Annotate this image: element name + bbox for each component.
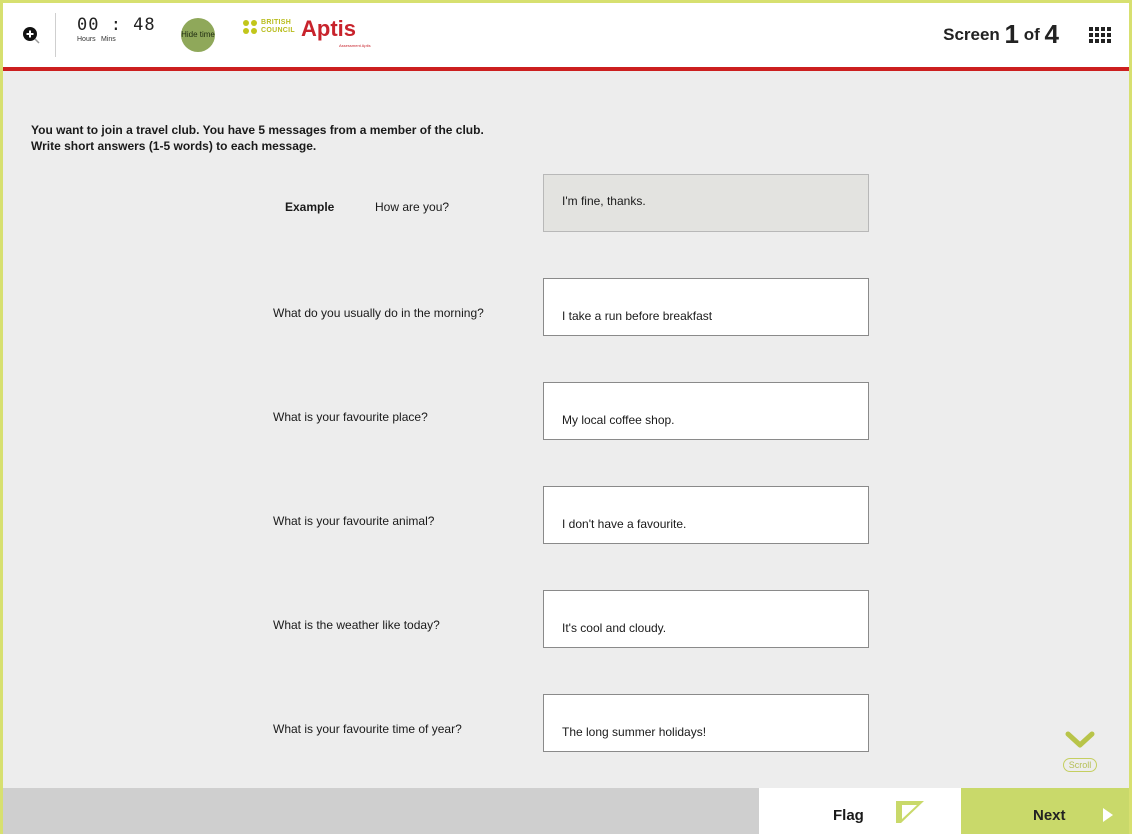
answer-4-input[interactable] bbox=[543, 590, 869, 648]
task-instructions: You want to join a travel club. You have… bbox=[31, 122, 484, 154]
chevron-down-icon bbox=[1065, 731, 1095, 748]
example-answer: I'm fine, thanks. bbox=[543, 174, 869, 232]
play-right-icon bbox=[1103, 808, 1113, 822]
logo-org-line2: COUNCIL bbox=[261, 27, 295, 34]
grid-menu-icon[interactable] bbox=[1089, 27, 1111, 43]
flag-label: Flag bbox=[833, 807, 864, 824]
timer-hours-label: Hours bbox=[77, 36, 96, 43]
hide-time-button[interactable]: Hide time bbox=[181, 18, 215, 52]
question-3-label: What is your favourite animal? bbox=[273, 514, 435, 528]
next-button[interactable]: Next bbox=[961, 788, 1129, 834]
question-4-label: What is the weather like today? bbox=[273, 618, 440, 632]
app-window: 00 : 48 Hours Mins Hide time BRITISH COUN… bbox=[0, 0, 1132, 834]
screen-total: 4 bbox=[1044, 19, 1059, 49]
scroll-label: Scroll bbox=[1062, 758, 1098, 772]
british-council-dots-icon bbox=[243, 20, 257, 34]
instructions-line-2: Write short answers (1-5 words) to each … bbox=[31, 139, 317, 153]
next-label: Next bbox=[1033, 807, 1066, 824]
logo-tagline: Assessment Aptis bbox=[339, 43, 371, 48]
header-bar: 00 : 48 Hours Mins Hide time BRITISH COUN… bbox=[3, 3, 1129, 67]
footer-bar: Flag Next bbox=[3, 788, 1129, 834]
flag-button[interactable]: Flag bbox=[759, 788, 961, 834]
answer-5-input[interactable] bbox=[543, 694, 869, 752]
zoom-button[interactable] bbox=[7, 13, 56, 57]
question-2-label: What is your favourite place? bbox=[273, 410, 428, 424]
timer: 00 : 48 Hours Mins bbox=[77, 15, 167, 59]
logo-product: Aptis bbox=[301, 16, 356, 41]
question-1-label: What do you usually do in the morning? bbox=[273, 306, 484, 320]
flag-icon bbox=[896, 801, 924, 823]
screen-prefix: Screen bbox=[943, 25, 1000, 44]
instructions-line-1: You want to join a travel club. You have… bbox=[31, 123, 484, 137]
scroll-button[interactable]: Scroll bbox=[1055, 730, 1105, 782]
screen-of: of bbox=[1023, 25, 1040, 44]
timer-value: 00 : 48 bbox=[77, 15, 156, 35]
answer-2-input[interactable] bbox=[543, 382, 869, 440]
logo-org-line1: BRITISH bbox=[261, 19, 292, 26]
answer-1-input[interactable] bbox=[543, 278, 869, 336]
screen-current: 1 bbox=[1004, 19, 1020, 49]
header-divider bbox=[3, 67, 1129, 71]
screen-indicator: Screen 1 of 4 bbox=[943, 19, 1059, 50]
example-label: Example bbox=[285, 200, 335, 214]
question-5-label: What is your favourite time of year? bbox=[273, 722, 462, 736]
timer-mins-label: Mins bbox=[101, 36, 116, 43]
zoom-in-icon bbox=[23, 27, 40, 44]
answer-3-input[interactable] bbox=[543, 486, 869, 544]
example-question: How are you? bbox=[375, 200, 450, 214]
british-council-aptis-logo: BRITISH COUNCIL Aptis Assessment Aptis bbox=[243, 16, 371, 48]
